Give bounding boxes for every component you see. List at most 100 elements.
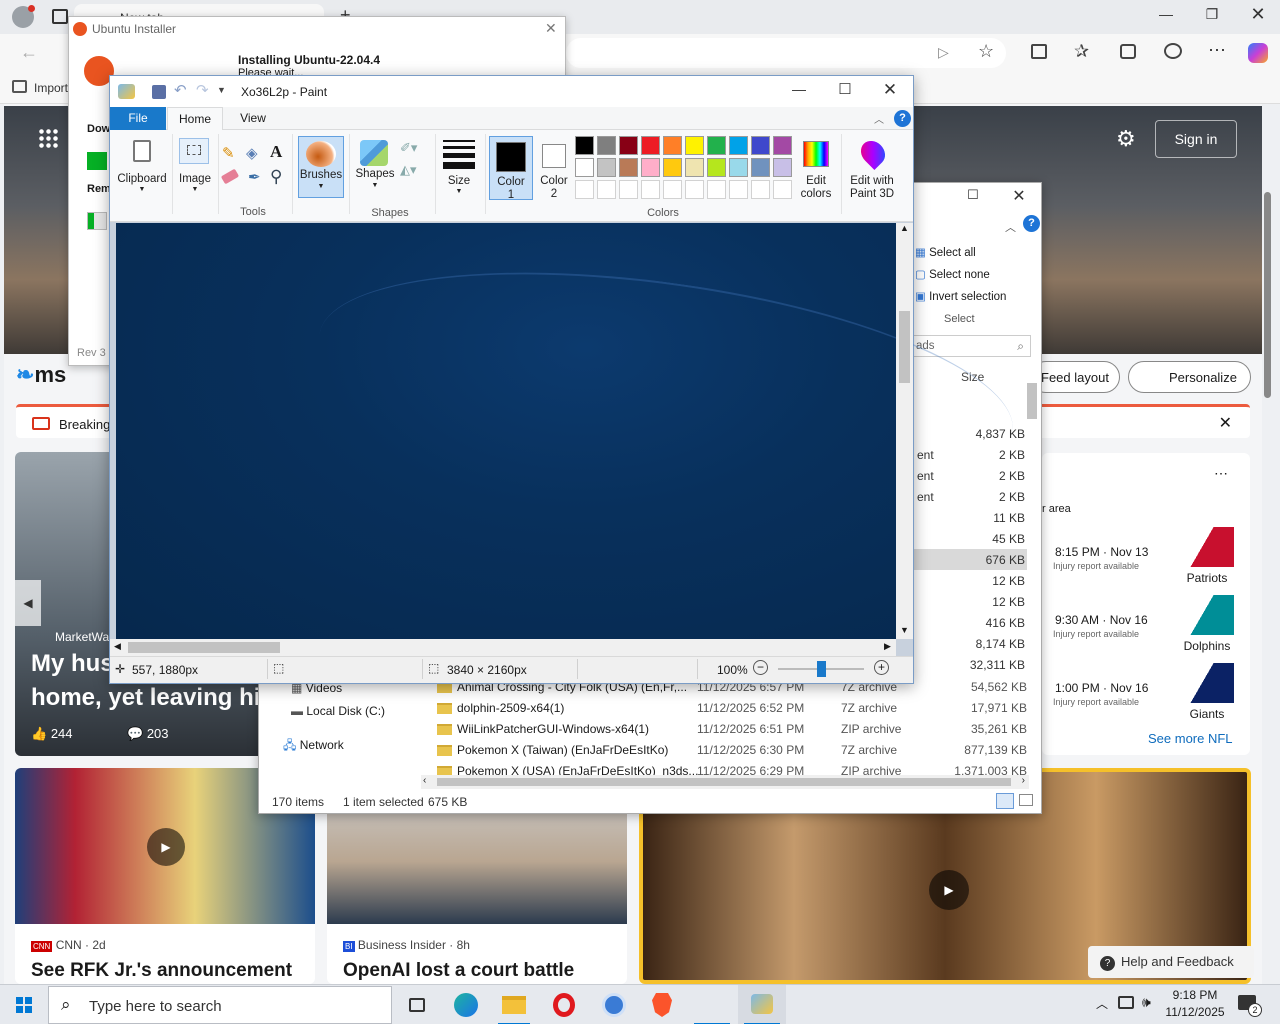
app-taskbar-icon[interactable] (688, 985, 736, 1024)
minimize-icon[interactable]: — (1156, 6, 1176, 22)
show-hidden-icons[interactable]: ︿ (1096, 995, 1108, 1012)
color1-button[interactable]: Color 1 (489, 136, 533, 201)
palette-swatch[interactable] (663, 158, 682, 177)
import-favorites-icon[interactable] (12, 80, 27, 93)
scroll-thumb[interactable] (437, 778, 1011, 786)
palette-swatch[interactable] (751, 136, 770, 155)
more-options-icon[interactable]: ⋯ (1208, 40, 1226, 61)
eraser-icon[interactable] (220, 168, 240, 185)
edit-with-paint3d-button[interactable]: Edit with Paint 3D (844, 136, 900, 200)
palette-swatch[interactable] (729, 158, 748, 177)
palette-swatch[interactable] (619, 180, 638, 199)
color-picker-icon[interactable]: ✒ (248, 168, 261, 186)
palette-swatch[interactable] (575, 136, 594, 155)
clock[interactable]: 9:18 PM 11/12/2025 (1160, 987, 1230, 1021)
tab-file[interactable]: File (110, 107, 166, 130)
zoom-slider-thumb[interactable] (817, 661, 826, 677)
video-play-icon[interactable]: ▶ (147, 828, 185, 866)
paint-taskbar-icon[interactable] (738, 985, 786, 1024)
edge-taskbar-icon[interactable] (442, 985, 490, 1024)
outline-icon[interactable]: ✐▾ (400, 140, 417, 156)
palette-swatch[interactable] (641, 180, 660, 199)
back-icon[interactable]: ← (20, 42, 38, 63)
palette-swatch[interactable] (641, 136, 660, 155)
scroll-right-icon[interactable]: › (1022, 775, 1025, 786)
copilot-icon[interactable] (1248, 43, 1268, 63)
opera-taskbar-icon[interactable] (540, 985, 588, 1024)
explorer-help-icon[interactable]: ? (1023, 215, 1040, 232)
nfl-game-row[interactable]: 9:30 AM · Nov 16 Injury report available D… (1042, 595, 1242, 657)
palette-swatch[interactable] (773, 158, 792, 177)
palette-swatch[interactable] (575, 180, 594, 199)
taskbar-search-box[interactable]: ⌕ Type here to search (48, 986, 392, 1024)
paint-close-icon[interactable]: ✕ (880, 80, 900, 100)
text-icon[interactable]: A (270, 142, 282, 162)
palette-swatch[interactable] (773, 180, 792, 199)
scroll-right-icon[interactable]: ▶ (884, 641, 891, 652)
favorites-icon[interactable]: ✰ (1074, 41, 1089, 62)
zoom-in-icon[interactable]: + (874, 660, 889, 675)
palette-swatch[interactable] (619, 158, 638, 177)
paint-help-icon[interactable]: ? (894, 110, 911, 127)
palette-swatch[interactable] (729, 180, 748, 199)
list-scrollbar-thumb[interactable] (1027, 383, 1037, 419)
color2-button[interactable]: Color 2 (534, 136, 574, 200)
network-tray-icon[interactable] (1118, 996, 1134, 1009)
settings-gear-icon[interactable]: ⚙ (1116, 126, 1136, 152)
palette-swatch[interactable] (707, 158, 726, 177)
help-feedback-button[interactable]: ? Help and Feedback (1088, 946, 1254, 978)
paint-minimize-icon[interactable]: — (789, 81, 809, 97)
horizontal-scrollbar[interactable]: ‹ › (421, 775, 1029, 789)
zoom-out-icon[interactable]: − (753, 660, 768, 675)
split-screen-icon[interactable] (1031, 44, 1047, 59)
scroll-thumb[interactable] (899, 311, 910, 383)
table-row[interactable]: Pokemon X (Taiwan) (EnJaFrDeEsItKo) 11/12… (419, 740, 1039, 761)
large-icons-view-icon[interactable] (1019, 794, 1033, 806)
select-all-button[interactable]: ▦ Select all (915, 245, 976, 259)
video-play-icon[interactable]: ▶ (929, 870, 969, 910)
palette-swatch[interactable] (707, 180, 726, 199)
paint-maximize-icon[interactable]: ☐ (835, 80, 855, 98)
pencil-icon[interactable]: ✎ (222, 144, 235, 162)
clipboard-button[interactable]: Clipboard ▼ (114, 134, 170, 198)
table-row[interactable]: dolphin-2509-x64(1) 11/12/2025 6:52 PM 7Z … (419, 698, 1039, 719)
nfl-more-icon[interactable]: ⋯ (1214, 465, 1228, 482)
close-icon[interactable]: ✕ (1248, 4, 1268, 25)
tab-actions-icon[interactable] (52, 9, 68, 24)
palette-swatch[interactable] (751, 158, 770, 177)
personalize-button[interactable]: Personalize (1128, 361, 1251, 393)
palette-swatch[interactable] (597, 136, 616, 155)
ribbon-minimize-icon[interactable]: ︿ (874, 111, 884, 126)
palette-swatch[interactable] (575, 158, 594, 177)
page-scrollbar[interactable] (1264, 192, 1271, 398)
palette-swatch[interactable] (773, 136, 792, 155)
canvas-horizontal-scrollbar[interactable]: ◀ ▶ (110, 639, 896, 656)
hero-comments[interactable]: 💬 203 (127, 726, 169, 742)
undo-icon[interactable]: ↶ (174, 81, 187, 99)
nav-item-network[interactable]: 🖧 Network (283, 736, 344, 757)
scroll-left-icon[interactable]: ‹ (423, 775, 426, 786)
carousel-prev-icon[interactable]: ◀ (15, 580, 41, 626)
shape-fill-icon[interactable]: ◭▾ (400, 162, 417, 178)
feed-layout-button[interactable]: Feed layout (1030, 361, 1120, 393)
hero-likes[interactable]: 👍 244 (31, 726, 73, 742)
drawing-canvas[interactable] (116, 223, 1027, 639)
qat-dropdown-icon[interactable]: ▼ (217, 85, 226, 95)
apps-grid-icon[interactable] (38, 128, 58, 148)
palette-swatch[interactable] (597, 180, 616, 199)
nfl-game-row[interactable]: 1:00 PM · Nov 16 Injury report available G… (1042, 663, 1242, 725)
start-button[interactable] (0, 985, 48, 1024)
see-more-nfl-link[interactable]: See more NFL (1148, 731, 1233, 746)
scroll-down-icon[interactable]: ▼ (900, 625, 909, 635)
breaking-close-icon[interactable]: ✕ (1219, 413, 1232, 433)
palette-swatch[interactable] (751, 180, 770, 199)
brave-taskbar-icon[interactable] (638, 985, 686, 1024)
ubuntu-close-icon[interactable]: ✕ (545, 20, 557, 37)
volume-icon[interactable]: 🕪 (1142, 994, 1151, 1011)
restore-icon[interactable]: ❐ (1202, 6, 1222, 23)
shapes-button[interactable]: Shapes ▼ (352, 136, 398, 198)
scroll-left-icon[interactable]: ◀ (114, 641, 121, 652)
nfl-game-row[interactable]: 8:15 PM · Nov 13 Injury report available P… (1042, 527, 1242, 589)
palette-swatch[interactable] (729, 136, 748, 155)
invert-selection-button[interactable]: ▣ Invert selection (915, 289, 1006, 303)
